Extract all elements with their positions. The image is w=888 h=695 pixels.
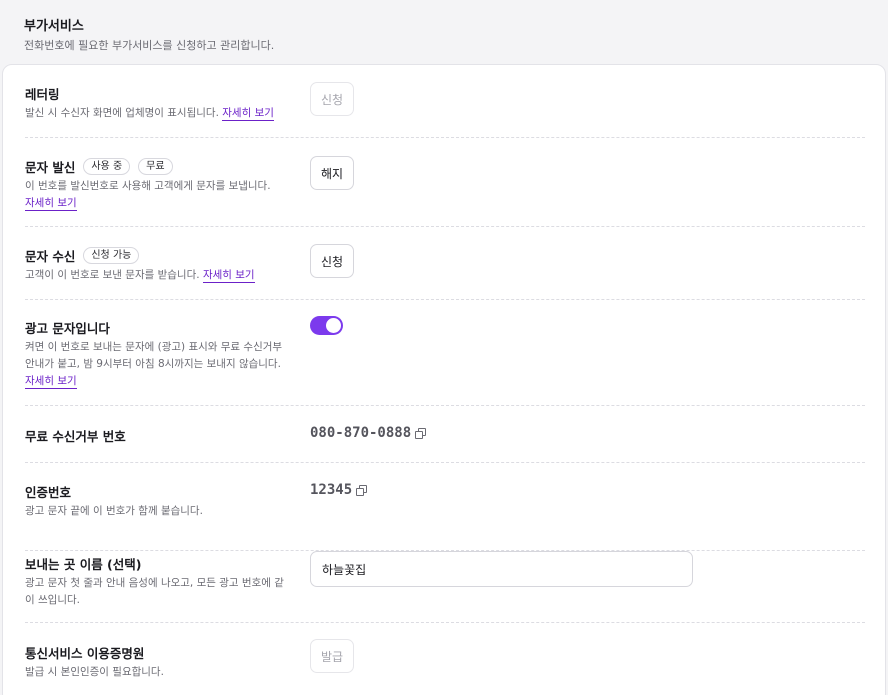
available-badge: 신청 가능 [83, 246, 140, 264]
lettering-apply-button[interactable]: 신청 [310, 82, 355, 116]
sender-name-input[interactable] [310, 551, 693, 587]
services-card: 레터링 발신 시 수신자 화면에 업체명이 표시됩니다. 자세히 보기 신청 문… [2, 64, 886, 695]
sms-receive-apply-button[interactable]: 신청 [310, 244, 355, 278]
sms-receive-label: 문자 수신 [25, 248, 76, 264]
row-sender-name: 보내는 곳 이름 (선택) 광고 문자 첫 줄과 안내 음성에 나오고, 모든 … [25, 551, 865, 623]
in-use-badge: 사용 중 [83, 157, 131, 175]
copy-icon[interactable] [415, 427, 427, 439]
page-title: 부가서비스 [24, 19, 84, 34]
row-lettering: 레터링 발신 시 수신자 화면에 업체명이 표시됩니다. 자세히 보기 신청 [25, 65, 865, 138]
row-optout-number: 무료 수신거부 번호 080-870-0888 [25, 406, 865, 463]
certificate-issue-button[interactable]: 발급 [310, 639, 355, 673]
sms-receive-detail-link[interactable]: 자세히 보기 [202, 269, 255, 283]
lettering-label: 레터링 [25, 86, 60, 102]
row-auth-code: 인증번호 광고 문자 끝에 이 번호가 함께 붙습니다. 12345 [25, 463, 865, 551]
sms-receive-desc: 고객이 이 번호로 보낸 문자를 받습니다. 자세히 보기 [25, 269, 255, 283]
optout-value: 080-870-0888 [310, 425, 427, 441]
toggle-knob [326, 318, 341, 333]
ad-sms-desc: 켜면 이 번호로 보내는 문자에 (광고) 표시와 무료 수신거부 안내가 붙고… [25, 341, 283, 389]
ad-sms-detail-link[interactable]: 자세히 보기 [25, 375, 77, 389]
certificate-label: 통신서비스 이용증명원 [25, 645, 145, 661]
sms-send-cancel-button[interactable]: 해지 [310, 156, 355, 190]
row-sms-send: 문자 발신 사용 중 무료 이 번호를 발신번호로 사용해 고객에게 문자를 보… [25, 138, 865, 227]
sms-send-label: 문자 발신 [25, 159, 76, 175]
page-subtitle: 전화번호에 필요한 부가서비스를 신청하고 관리합니다. [24, 39, 275, 52]
optout-label: 무료 수신거부 번호 [25, 428, 126, 444]
copy-icon[interactable] [356, 484, 368, 496]
certificate-desc: 발급 시 본인인증이 필요합니다. [25, 666, 164, 678]
row-sms-receive: 문자 수신 신청 가능 고객이 이 번호로 보낸 문자를 받습니다. 자세히 보… [25, 227, 865, 300]
ad-sms-toggle[interactable] [310, 316, 343, 335]
ad-sms-label: 광고 문자입니다 [25, 320, 110, 336]
row-certificate: 통신서비스 이용증명원 발급 시 본인인증이 필요합니다. 발급 [25, 623, 865, 695]
lettering-detail-link[interactable]: 자세히 보기 [222, 107, 274, 121]
sms-send-detail-link[interactable]: 자세히 보기 [25, 197, 77, 211]
free-badge: 무료 [138, 157, 173, 175]
auth-code-desc: 광고 문자 끝에 이 번호가 함께 붙습니다. [25, 505, 203, 517]
lettering-desc: 발신 시 수신자 화면에 업체명이 표시됩니다. 자세히 보기 [25, 107, 274, 121]
sender-name-desc: 광고 문자 첫 줄과 안내 음성에 나오고, 모든 광고 번호에 같 이 쓰입니… [25, 577, 284, 606]
sms-send-desc: 이 번호를 발신번호로 사용해 고객에게 문자를 보냅니다. 자세히 보기 [25, 180, 271, 211]
page-header: 부가서비스 전화번호에 필요한 부가서비스를 신청하고 관리합니다. [0, 0, 888, 64]
sender-name-label: 보내는 곳 이름 (선택) [25, 556, 142, 572]
auth-code-value: 12345 [310, 482, 368, 498]
auth-code-label: 인증번호 [25, 484, 72, 500]
row-ad-sms: 광고 문자입니다 켜면 이 번호로 보내는 문자에 (광고) 표시와 무료 수신… [25, 300, 865, 406]
